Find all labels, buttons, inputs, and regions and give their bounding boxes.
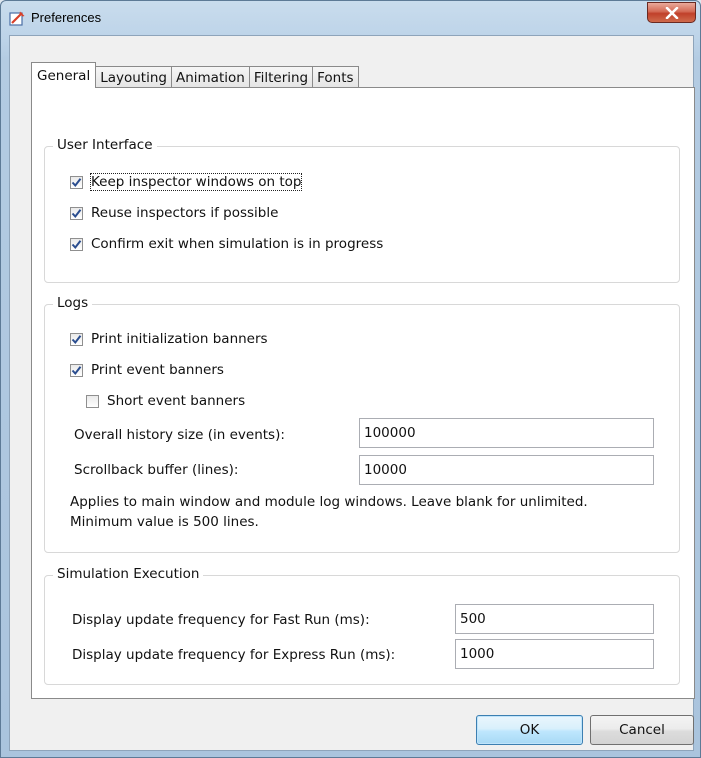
- short-event-banners-checkbox[interactable]: Short event banners: [86, 393, 245, 409]
- scrollback-label: Scrollback buffer (lines):: [74, 462, 239, 478]
- checkbox-box[interactable]: [70, 332, 83, 346]
- preferences-window: Preferences General Layouting Animation …: [0, 0, 701, 758]
- print-init-banners-label: Print initialization banners: [91, 331, 268, 347]
- close-button[interactable]: [647, 2, 696, 23]
- logs-group-title: Logs: [53, 295, 93, 311]
- reuse-inspectors-label: Reuse inspectors if possible: [91, 205, 279, 221]
- tab-filtering[interactable]: Filtering: [248, 66, 314, 88]
- checkbox-box[interactable]: [70, 206, 83, 220]
- fast-run-label: Display update frequency for Fast Run (m…: [72, 612, 370, 628]
- user-interface-group-title: User Interface: [53, 137, 157, 153]
- history-size-label: Overall history size (in events):: [74, 427, 285, 443]
- tab-layouting[interactable]: Layouting: [95, 66, 172, 88]
- print-event-banners-label: Print event banners: [91, 362, 224, 378]
- ok-button[interactable]: OK: [476, 715, 583, 745]
- tab-general[interactable]: General: [31, 62, 97, 88]
- logs-note: Applies to main window and module log wi…: [70, 494, 588, 530]
- tab-strip: General Layouting Animation Filtering Fo…: [31, 62, 359, 88]
- short-event-banners-label: Short event banners: [107, 393, 246, 409]
- print-init-banners-checkbox[interactable]: Print initialization banners: [70, 331, 268, 347]
- checkbox-box[interactable]: [70, 237, 83, 251]
- history-size-input[interactable]: [359, 418, 654, 448]
- confirm-exit-checkbox[interactable]: Confirm exit when simulation is in progr…: [70, 236, 383, 252]
- tab-fonts[interactable]: Fonts: [312, 66, 359, 88]
- cancel-button[interactable]: Cancel: [590, 715, 694, 745]
- keep-on-top-checkbox[interactable]: Keep inspector windows on top: [70, 173, 303, 191]
- preferences-app-icon: [9, 10, 26, 27]
- keep-on-top-label: Keep inspector windows on top: [89, 173, 303, 191]
- general-tab-panel: User Interface Keep inspector windows on…: [31, 87, 695, 699]
- tab-animation[interactable]: Animation: [170, 66, 250, 88]
- reuse-inspectors-checkbox[interactable]: Reuse inspectors if possible: [70, 205, 278, 221]
- close-icon: [665, 6, 679, 19]
- window-title: Preferences: [31, 10, 102, 25]
- dialog-client-area: General Layouting Animation Filtering Fo…: [9, 35, 695, 751]
- scrollback-input[interactable]: [359, 455, 654, 485]
- checkbox-box[interactable]: [70, 175, 83, 189]
- checkbox-box[interactable]: [86, 394, 99, 408]
- fast-run-input[interactable]: [455, 604, 654, 634]
- checkbox-box[interactable]: [70, 363, 83, 377]
- express-run-label: Display update frequency for Express Run…: [72, 647, 396, 663]
- simulation-execution-group-title: Simulation Execution: [53, 566, 204, 582]
- title-bar[interactable]: Preferences: [1, 1, 700, 35]
- confirm-exit-label: Confirm exit when simulation is in progr…: [91, 236, 384, 252]
- print-event-banners-checkbox[interactable]: Print event banners: [70, 362, 224, 378]
- express-run-input[interactable]: [455, 639, 654, 669]
